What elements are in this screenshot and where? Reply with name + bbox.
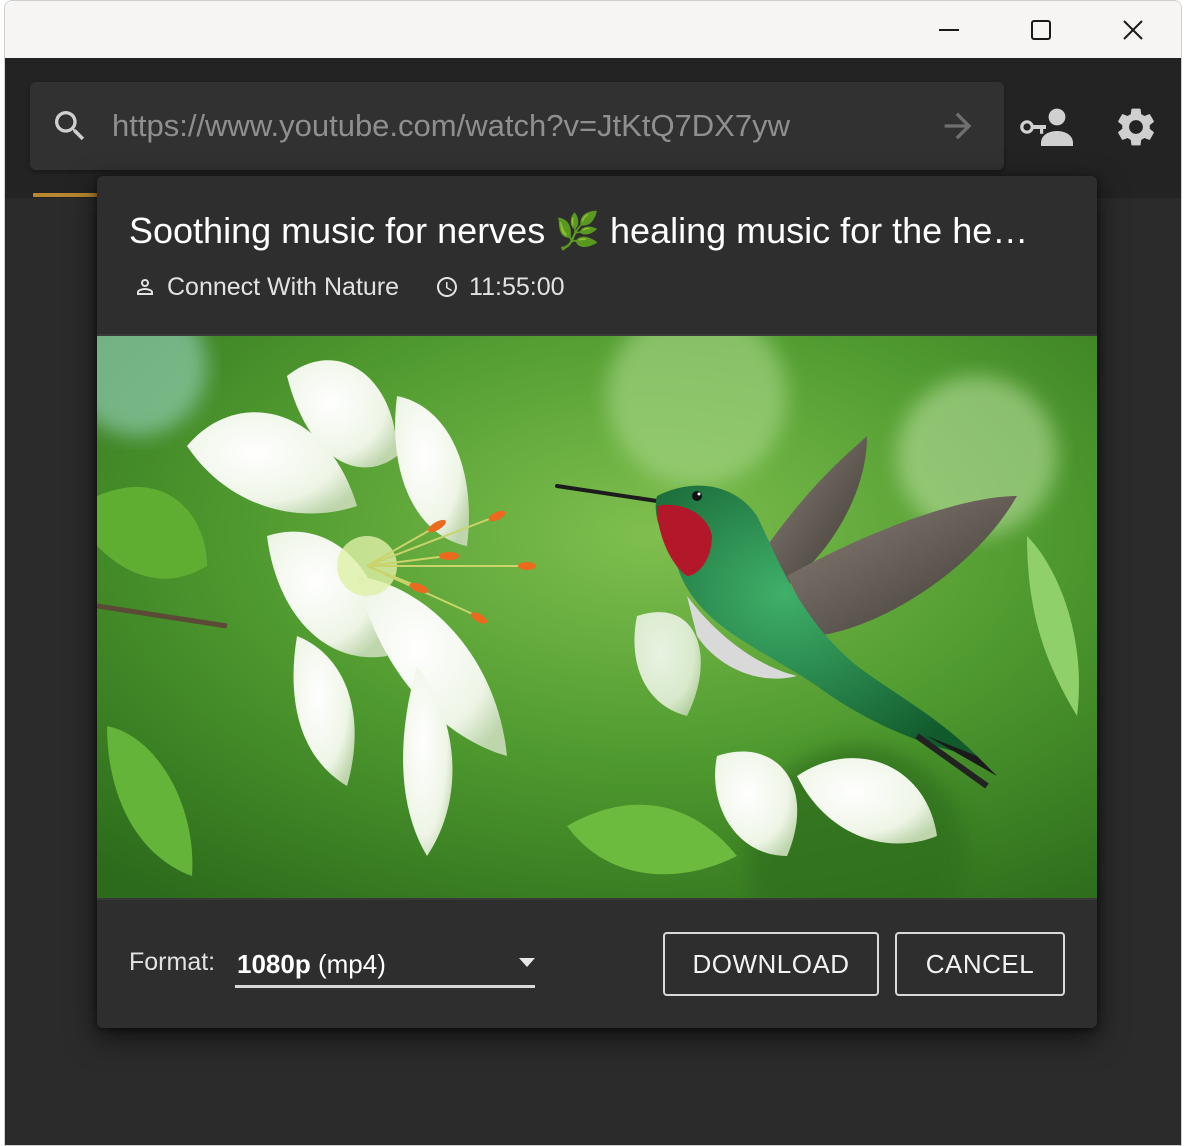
search-icon [55,111,85,141]
minimize-button[interactable] [903,1,995,58]
thumbnail-image [97,336,1097,898]
url-input[interactable] [112,100,912,152]
format-value: 1080p (mp4) [237,949,386,980]
maximize-button[interactable] [995,1,1087,58]
video-thumbnail [97,334,1097,900]
gear-icon[interactable] [1113,104,1159,150]
format-select[interactable]: 1080p (mp4) [235,942,535,988]
clock-icon [437,277,458,297]
format-quality: 1080p [237,949,311,979]
url-search-box[interactable] [30,82,1004,170]
account-key-icon[interactable] [1019,102,1075,152]
minimize-icon [939,28,959,31]
cancel-button[interactable]: CANCEL [895,932,1065,996]
format-container: (mp4) [317,949,386,979]
video-title: Soothing music for nerves 🌿 healing musi… [129,210,1029,251]
close-button[interactable] [1087,1,1179,58]
person-icon [137,279,153,295]
channel-name: Connect With Nature [167,272,400,301]
format-label: Format: [129,948,216,976]
video-meta: Connect With Nature 11:55:00 [133,270,565,304]
chevron-down-icon [519,958,535,967]
download-button[interactable]: DOWNLOAD [663,932,879,996]
download-dialog: Soothing music for nerves 🌿 healing musi… [97,176,1097,1028]
title-bar [5,1,1181,58]
video-duration: 11:55:00 [469,272,565,301]
close-icon [1123,19,1143,40]
app-window: Soothing music for nerves 🌿 healing musi… [4,0,1182,1146]
maximize-icon [1031,19,1051,40]
active-tab-indicator [33,193,99,197]
arrow-right-icon[interactable] [938,106,978,146]
